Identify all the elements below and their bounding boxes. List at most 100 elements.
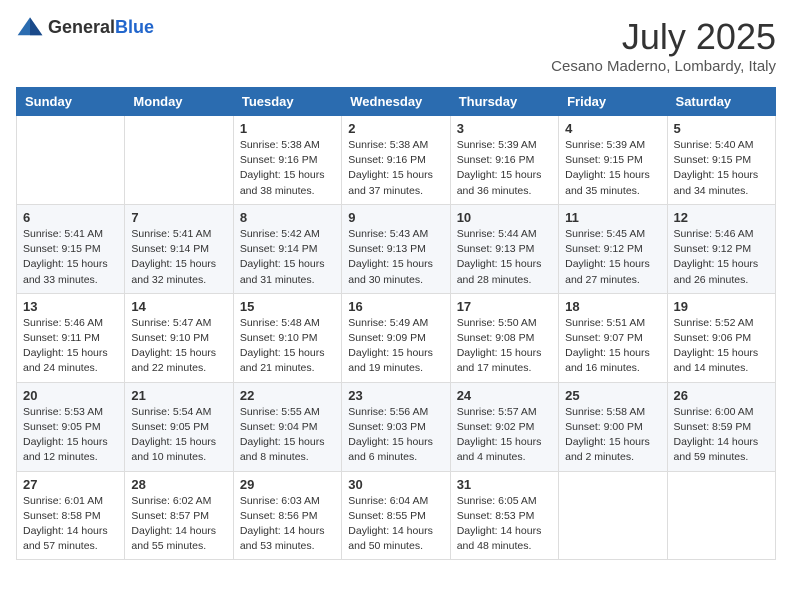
calendar-cell: 2Sunrise: 5:38 AMSunset: 9:16 PMDaylight…	[342, 116, 450, 205]
weekday-header-cell: Monday	[125, 88, 233, 116]
calendar-week-row: 1 Sunrise: 5:38 AMSunset: 9:16 PMDaylight…	[17, 116, 776, 205]
day-number: 15	[240, 299, 335, 314]
day-number: 14	[131, 299, 226, 314]
calendar-cell: 11Sunrise: 5:45 AMSunset: 9:12 PMDayligh…	[559, 204, 667, 293]
day-number: 2	[348, 121, 443, 136]
day-number: 9	[348, 210, 443, 225]
day-number: 16	[348, 299, 443, 314]
calendar-cell: 13 Sunrise: 5:46 AMSunset: 9:11 PMDayligh…	[17, 293, 125, 382]
logo-blue: Blue	[115, 17, 154, 37]
calendar-cell: 31 Sunrise: 6:05 AMSunset: 8:53 PMDayligh…	[450, 471, 558, 560]
day-detail: Sunrise: 5:44 AMSunset: 9:13 PMDaylight:…	[457, 227, 552, 288]
weekday-header-row: SundayMondayTuesdayWednesdayThursdayFrid…	[17, 88, 776, 116]
calendar-cell: 27Sunrise: 6:01 AMSunset: 8:58 PMDayligh…	[17, 471, 125, 560]
day-number: 24	[457, 388, 552, 403]
day-detail: Sunrise: 5:49 AMSunset: 9:09 PMDaylight:…	[348, 316, 443, 377]
calendar-week-row: 20 Sunrise: 5:53 AMSunset: 9:05 PMDayligh…	[17, 382, 776, 471]
day-detail: Sunrise: 5:39 AMSunset: 9:15 PMDaylight:…	[565, 138, 660, 199]
day-number: 6	[23, 210, 118, 225]
calendar-cell: 24 Sunrise: 5:57 AMSunset: 9:02 PMDayligh…	[450, 382, 558, 471]
day-detail: Sunrise: 5:50 AMSunset: 9:08 PMDaylight:…	[457, 316, 552, 377]
day-number: 5	[674, 121, 769, 136]
page-header: GeneralBlue July 2025 Cesano Maderno, Lo…	[16, 16, 776, 75]
day-detail: Sunrise: 6:02 AMSunset: 8:57 PMDaylight:…	[131, 494, 226, 555]
day-number: 8	[240, 210, 335, 225]
calendar-week-row: 27Sunrise: 6:01 AMSunset: 8:58 PMDayligh…	[17, 471, 776, 560]
calendar-cell: 23Sunrise: 5:56 AMSunset: 9:03 PMDayligh…	[342, 382, 450, 471]
calendar-cell: 19Sunrise: 5:52 AMSunset: 9:06 PMDayligh…	[667, 293, 775, 382]
day-detail: Sunrise: 5:58 AMSunset: 9:00 PMDaylight:…	[565, 405, 660, 466]
day-detail: Sunrise: 6:01 AMSunset: 8:58 PMDaylight:…	[23, 494, 118, 555]
day-detail: Sunrise: 5:42 AMSunset: 9:14 PMDaylight:…	[240, 227, 335, 288]
day-detail: Sunrise: 6:04 AMSunset: 8:55 PMDaylight:…	[348, 494, 443, 555]
day-number: 28	[131, 477, 226, 492]
day-number: 21	[131, 388, 226, 403]
calendar-week-row: 13 Sunrise: 5:46 AMSunset: 9:11 PMDayligh…	[17, 293, 776, 382]
logo-icon	[16, 16, 44, 38]
day-detail: Sunrise: 5:46 AMSunset: 9:12 PMDaylight:…	[674, 227, 769, 288]
day-detail: Sunrise: 5:55 AMSunset: 9:04 PMDaylight:…	[240, 405, 335, 466]
calendar-cell: 14 Sunrise: 5:47 AMSunset: 9:10 PMDayligh…	[125, 293, 233, 382]
day-number: 20	[23, 388, 118, 403]
day-detail: Sunrise: 5:46 AMSunset: 9:11 PMDaylight:…	[23, 316, 118, 377]
day-number: 1	[240, 121, 335, 136]
day-number: 11	[565, 210, 660, 225]
day-number: 12	[674, 210, 769, 225]
day-detail: Sunrise: 5:41 AMSunset: 9:14 PMDaylight:…	[131, 227, 226, 288]
calendar-cell: 17 Sunrise: 5:50 AMSunset: 9:08 PMDayligh…	[450, 293, 558, 382]
day-detail: Sunrise: 5:40 AMSunset: 9:15 PMDaylight:…	[674, 138, 769, 199]
calendar-cell: 22 Sunrise: 5:55 AMSunset: 9:04 PMDayligh…	[233, 382, 341, 471]
day-detail: Sunrise: 5:57 AMSunset: 9:02 PMDaylight:…	[457, 405, 552, 466]
day-detail: Sunrise: 5:47 AMSunset: 9:10 PMDaylight:…	[131, 316, 226, 377]
calendar-cell: 7Sunrise: 5:41 AMSunset: 9:14 PMDaylight…	[125, 204, 233, 293]
calendar-cell: 3Sunrise: 5:39 AMSunset: 9:16 PMDaylight…	[450, 116, 558, 205]
day-detail: Sunrise: 5:52 AMSunset: 9:06 PMDaylight:…	[674, 316, 769, 377]
calendar-cell: 12 Sunrise: 5:46 AMSunset: 9:12 PMDayligh…	[667, 204, 775, 293]
weekday-header-cell: Thursday	[450, 88, 558, 116]
calendar-cell: 18 Sunrise: 5:51 AMSunset: 9:07 PMDayligh…	[559, 293, 667, 382]
calendar-cell	[17, 116, 125, 205]
day-number: 10	[457, 210, 552, 225]
logo: GeneralBlue	[16, 16, 154, 38]
day-number: 30	[348, 477, 443, 492]
calendar-cell: 15 Sunrise: 5:48 AMSunset: 9:10 PMDayligh…	[233, 293, 341, 382]
location-title: Cesano Maderno, Lombardy, Italy	[551, 58, 776, 75]
calendar-cell: 8 Sunrise: 5:42 AMSunset: 9:14 PMDaylight…	[233, 204, 341, 293]
weekday-header-cell: Friday	[559, 88, 667, 116]
day-number: 29	[240, 477, 335, 492]
title-block: July 2025 Cesano Maderno, Lombardy, Ital…	[551, 16, 776, 75]
day-number: 17	[457, 299, 552, 314]
calendar-cell: 1 Sunrise: 5:38 AMSunset: 9:16 PMDaylight…	[233, 116, 341, 205]
calendar-cell: 26 Sunrise: 6:00 AMSunset: 8:59 PMDayligh…	[667, 382, 775, 471]
day-number: 18	[565, 299, 660, 314]
calendar-cell: 28 Sunrise: 6:02 AMSunset: 8:57 PMDayligh…	[125, 471, 233, 560]
day-detail: Sunrise: 6:03 AMSunset: 8:56 PMDaylight:…	[240, 494, 335, 555]
day-number: 3	[457, 121, 552, 136]
calendar-cell: 20 Sunrise: 5:53 AMSunset: 9:05 PMDayligh…	[17, 382, 125, 471]
day-detail: Sunrise: 5:53 AMSunset: 9:05 PMDaylight:…	[23, 405, 118, 466]
calendar-cell: 29 Sunrise: 6:03 AMSunset: 8:56 PMDayligh…	[233, 471, 341, 560]
day-detail: Sunrise: 5:38 AMSunset: 9:16 PMDaylight:…	[240, 138, 335, 199]
calendar-cell: 4 Sunrise: 5:39 AMSunset: 9:15 PMDaylight…	[559, 116, 667, 205]
day-number: 13	[23, 299, 118, 314]
day-detail: Sunrise: 5:48 AMSunset: 9:10 PMDaylight:…	[240, 316, 335, 377]
calendar-cell	[559, 471, 667, 560]
day-detail: Sunrise: 5:56 AMSunset: 9:03 PMDaylight:…	[348, 405, 443, 466]
calendar-cell: 5 Sunrise: 5:40 AMSunset: 9:15 PMDaylight…	[667, 116, 775, 205]
calendar-cell: 10 Sunrise: 5:44 AMSunset: 9:13 PMDayligh…	[450, 204, 558, 293]
calendar-table: SundayMondayTuesdayWednesdayThursdayFrid…	[16, 87, 776, 560]
day-detail: Sunrise: 6:00 AMSunset: 8:59 PMDaylight:…	[674, 405, 769, 466]
calendar-cell: 30 Sunrise: 6:04 AMSunset: 8:55 PMDayligh…	[342, 471, 450, 560]
day-number: 22	[240, 388, 335, 403]
weekday-header-cell: Wednesday	[342, 88, 450, 116]
day-detail: Sunrise: 5:51 AMSunset: 9:07 PMDaylight:…	[565, 316, 660, 377]
calendar-cell	[667, 471, 775, 560]
day-detail: Sunrise: 6:05 AMSunset: 8:53 PMDaylight:…	[457, 494, 552, 555]
logo-general: General	[48, 17, 115, 37]
day-number: 4	[565, 121, 660, 136]
weekday-header-cell: Sunday	[17, 88, 125, 116]
day-number: 26	[674, 388, 769, 403]
calendar-cell: 21Sunrise: 5:54 AMSunset: 9:05 PMDayligh…	[125, 382, 233, 471]
day-detail: Sunrise: 5:43 AMSunset: 9:13 PMDaylight:…	[348, 227, 443, 288]
day-number: 31	[457, 477, 552, 492]
